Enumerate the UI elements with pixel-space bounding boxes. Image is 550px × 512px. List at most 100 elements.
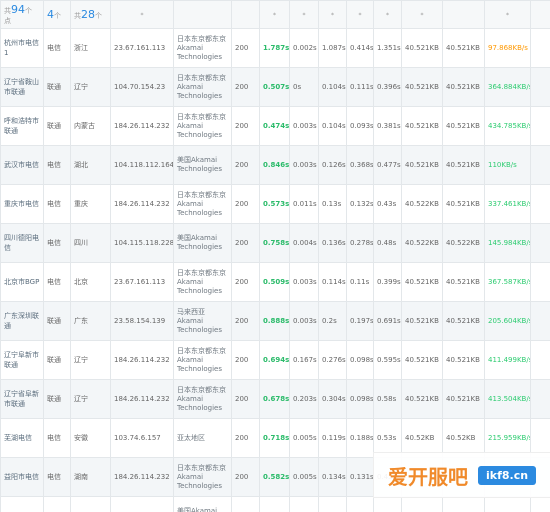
download-speed: 286.176KB/s — [484, 496, 531, 512]
watermark: 爱开服吧 ikf8.cn — [373, 452, 550, 498]
transfer-time: 0.691s — [373, 301, 402, 341]
http-status: 200 — [231, 418, 260, 458]
download-time: 0.11s — [346, 262, 374, 302]
header-connect-time-sort[interactable]: * — [318, 0, 347, 29]
speed-test-results: 共94个 点 4个 共28个 * * * * * * * * 杭州市电信1 电信… — [0, 0, 550, 512]
table-row: 武汉市电信 电信 湖北 104.118.112.164 美国Akamai Technol… — [0, 145, 550, 185]
connect-time: 0.119s — [318, 418, 347, 458]
row-extra — [530, 379, 550, 419]
table-row: 辽宁省鞍山市联通 联通 辽宁 104.70.154.23 日本东京都东京 Akamai … — [0, 67, 550, 107]
table-row: 杭州市电信1 电信 浙江 23.67.161.113 日本东京都东京 Akamai Te… — [0, 28, 550, 68]
total-time: 0.888s — [259, 301, 290, 341]
table-row: 呼和浩特市联通 联通 内蒙古 184.26.114.232 日本东京都东京 Akamai… — [0, 106, 550, 146]
total-time: 0.678s — [259, 379, 290, 419]
header-status — [231, 0, 260, 29]
total-time: 0.718s — [259, 418, 290, 458]
ip-location: 日本东京都东京 Akamai Technologies — [173, 340, 232, 380]
total-time: 0.596s — [259, 496, 290, 512]
download-speed: 337.461KB/s — [484, 184, 531, 224]
isp: 电信 — [43, 262, 71, 302]
isp-count: 4 — [47, 8, 54, 21]
page-size: 40.521KB — [442, 301, 485, 341]
header-node-count[interactable]: 共94个 点 — [0, 0, 44, 29]
results-table: 共94个 点 4个 共28个 * * * * * * * * 杭州市电信1 电信… — [0, 0, 550, 512]
node-name[interactable]: 北京市BGP — [0, 262, 44, 302]
row-extra — [530, 301, 550, 341]
header-total-time-sort[interactable]: * — [259, 0, 290, 29]
connect-time: 0.136s — [318, 223, 347, 263]
row-extra — [530, 496, 550, 512]
http-status: 200 — [231, 340, 260, 380]
header-size-sort[interactable]: * — [401, 0, 443, 29]
row-extra — [530, 184, 550, 224]
download-speed: 413.504KB/s — [484, 379, 531, 419]
sort-icon: * — [140, 11, 144, 19]
node-name[interactable]: 广东深圳联通 — [0, 301, 44, 341]
connect-time: 0.104s — [318, 67, 347, 107]
page-size: 40.521KB — [442, 106, 485, 146]
total-node-count: 94 — [11, 3, 25, 16]
connect-time: 0.276s — [318, 340, 347, 380]
node-name[interactable]: 四川德阳电信 — [0, 223, 44, 263]
page-size: 40.521KB — [442, 145, 485, 185]
download-time: 0.142s — [346, 496, 374, 512]
dns-time: 0.005s — [289, 457, 319, 497]
node-name[interactable]: 武汉市电信 — [0, 145, 44, 185]
download-time: 0.098s — [346, 340, 374, 380]
header-dns-time-sort[interactable]: * — [289, 0, 319, 29]
page-size: 40.522KB — [442, 223, 485, 263]
download-speed: 145.984KB/s — [484, 223, 531, 263]
ip-address: 184.26.114.232 — [110, 106, 174, 146]
sort-icon: * — [302, 11, 306, 19]
node-name[interactable]: 重庆市电信 — [0, 184, 44, 224]
ip-address: 184.26.114.232 — [110, 340, 174, 380]
node-name[interactable]: 杭州市电信1 — [0, 28, 44, 68]
sort-icon: * — [358, 11, 362, 19]
node-name[interactable]: 辽宁阜新市联通 — [0, 340, 44, 380]
ip-location: 日本东京都东京 Akamai Technologies — [173, 262, 232, 302]
row-extra — [530, 223, 550, 263]
isp: 电信 — [43, 145, 71, 185]
dns-time: 0s — [289, 67, 319, 107]
download-time: 0.111s — [346, 67, 374, 107]
region: 广东 — [70, 301, 111, 341]
isp: 电信 — [43, 184, 71, 224]
row-extra — [530, 340, 550, 380]
http-status: 200 — [231, 28, 260, 68]
ip-location: 美国Akamai Technologies — [173, 223, 232, 263]
ip-address: 104.115.118.228 — [110, 496, 174, 512]
header-region-count[interactable]: 共28个 — [70, 0, 111, 29]
header-speed-sort[interactable]: * — [484, 0, 531, 29]
node-name[interactable]: 芜湖电信 — [0, 418, 44, 458]
node-name[interactable]: 辽宁省鞍山市联通 — [0, 67, 44, 107]
header-isp-count[interactable]: 4个 — [43, 0, 71, 29]
dns-time: 0.003s — [289, 106, 319, 146]
row-extra — [530, 145, 550, 185]
download-size: 40.521KB — [401, 28, 443, 68]
ip-location: 日本东京都东京 Akamai Technologies — [173, 184, 232, 224]
region: 北京 — [70, 262, 111, 302]
header-download-time-sort[interactable]: * — [346, 0, 374, 29]
header-s5-sort[interactable]: * — [373, 0, 402, 29]
transfer-time: 0.58s — [373, 379, 402, 419]
row-extra — [530, 67, 550, 107]
header-ip-sort[interactable]: * — [110, 0, 174, 29]
node-name[interactable]: 德阳市电信 — [0, 496, 44, 512]
http-status: 200 — [231, 145, 260, 185]
transfer-time: 0.477s — [373, 145, 402, 185]
table-row: 重庆市电信 电信 重庆 184.26.114.232 日本东京都东京 Akamai Te… — [0, 184, 550, 224]
total-time: 0.758s — [259, 223, 290, 263]
ip-address: 104.115.118.228 — [110, 223, 174, 263]
dns-time: 0.003s — [289, 145, 319, 185]
download-size: 40.522KB — [401, 184, 443, 224]
transfer-time: 0.43s — [373, 184, 402, 224]
node-name[interactable]: 呼和浩特市联通 — [0, 106, 44, 146]
connect-time: 0.114s — [318, 262, 347, 302]
node-name[interactable]: 益阳市电信 — [0, 457, 44, 497]
download-speed: 411.499KB/s — [484, 340, 531, 380]
node-name[interactable]: 辽宁省阜新市联通 — [0, 379, 44, 419]
row-extra — [530, 262, 550, 302]
region: 安徽 — [70, 418, 111, 458]
page-size: 40.521KB — [442, 340, 485, 380]
ip-location: 马来西亚Akamai Technologies — [173, 301, 232, 341]
